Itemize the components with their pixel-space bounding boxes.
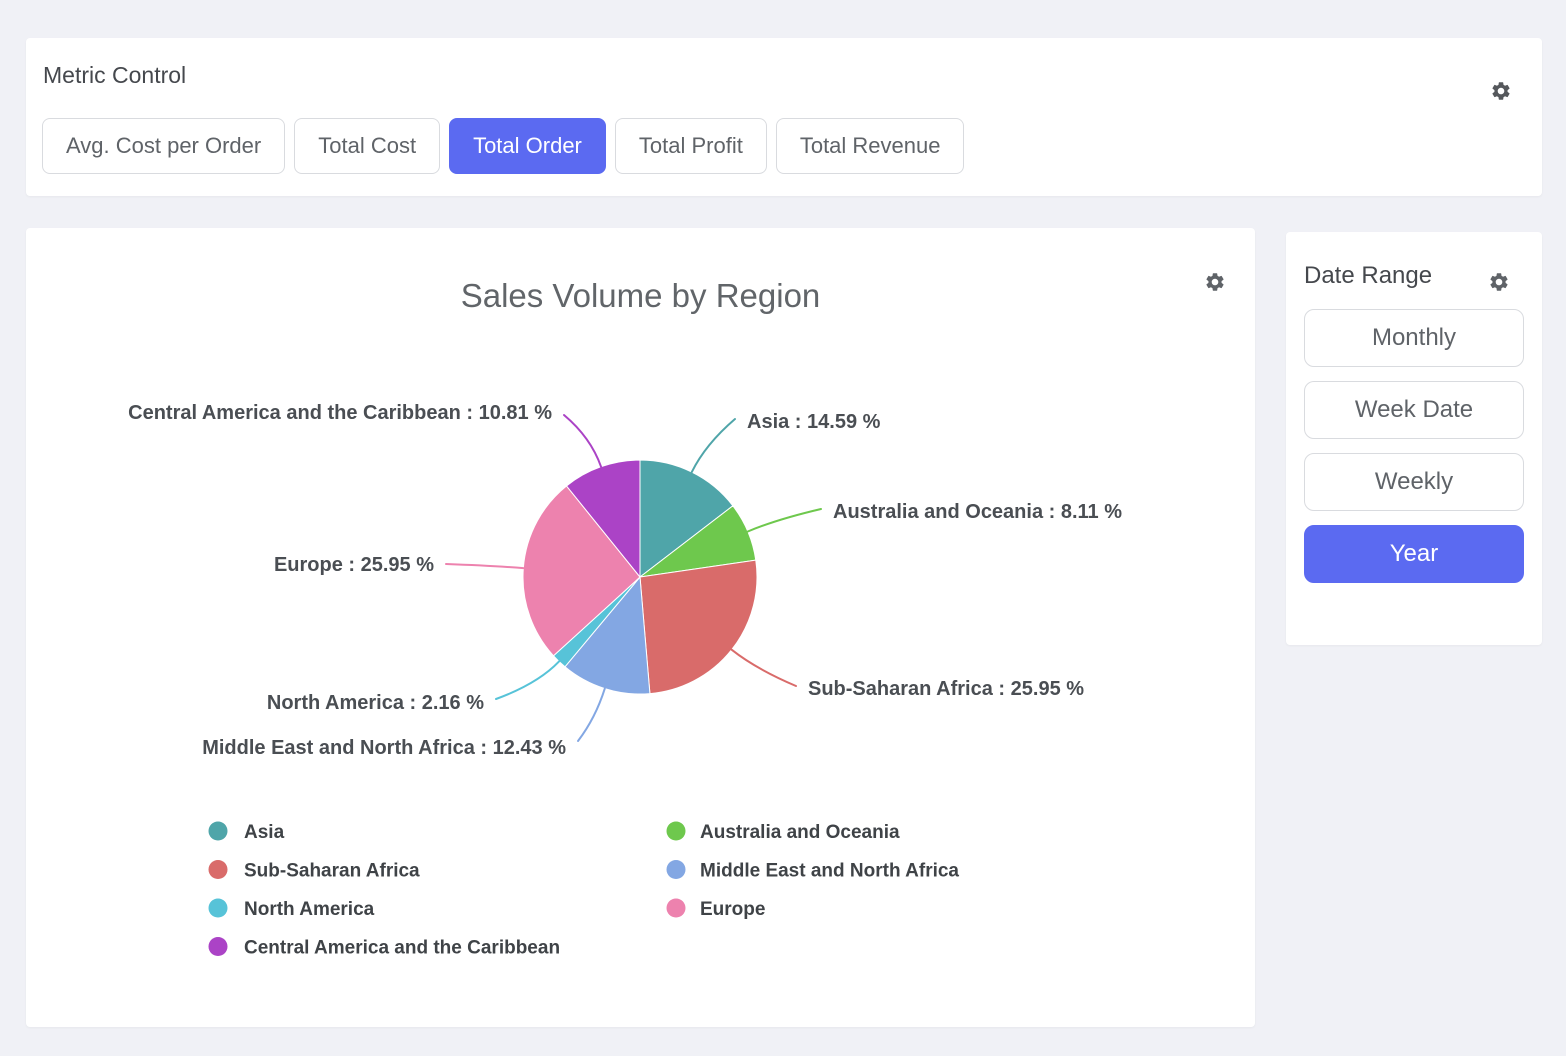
legend-label-central-america-and-the-caribbean[interactable]: Central America and the Caribbean: [244, 938, 560, 959]
legend-label-north-america[interactable]: North America: [244, 899, 375, 920]
metric-button-avg-cost-per-order[interactable]: Avg. Cost per Order: [42, 118, 285, 174]
date-range-button-monthly[interactable]: Monthly: [1304, 309, 1524, 367]
date-range-panel: Date Range MonthlyWeek DateWeeklyYear: [1286, 232, 1542, 645]
pie-label-europe: Europe : 25.95 %: [274, 554, 434, 576]
label-leader-line-australia-and-oceania: [748, 509, 821, 532]
label-leader-line-asia: [692, 419, 735, 472]
legend-dot-asia[interactable]: [209, 822, 228, 841]
label-leader-line-sub-saharan-africa: [732, 650, 796, 686]
date-range-button-year[interactable]: Year: [1304, 525, 1524, 583]
label-leader-line-middle-east-and-north-africa: [578, 689, 605, 741]
date-range-button-week-date[interactable]: Week Date: [1304, 381, 1524, 439]
pie-slice-sub-saharan-africa[interactable]: [640, 560, 757, 693]
legend-dot-north-america[interactable]: [209, 899, 228, 918]
metric-button-total-revenue[interactable]: Total Revenue: [776, 118, 965, 174]
legend-dot-central-america-and-the-caribbean[interactable]: [209, 937, 228, 956]
pie-label-australia-and-oceania: Australia and Oceania : 8.11 %: [833, 501, 1122, 523]
legend-label-europe[interactable]: Europe: [700, 899, 765, 920]
pie-label-north-america: North America : 2.16 %: [267, 692, 484, 714]
label-leader-line-europe: [446, 564, 523, 568]
legend-dot-europe[interactable]: [667, 899, 686, 918]
date-range-button-group: Monthly Week Date Weekly Year: [1304, 309, 1524, 583]
metric-button-total-profit[interactable]: Total Profit: [615, 118, 767, 174]
metric-button-total-cost[interactable]: Total Cost: [294, 118, 440, 174]
date-range-button-weekly[interactable]: Weekly: [1304, 453, 1524, 511]
label-leader-line-north-america: [496, 661, 559, 699]
legend-dot-middle-east-and-north-africa[interactable]: [667, 860, 686, 879]
metric-button-total-order[interactable]: Total Order: [449, 118, 606, 174]
pie-label-middle-east-and-north-africa: Middle East and North Africa : 12.43 %: [202, 737, 566, 759]
legend-dot-sub-saharan-africa[interactable]: [209, 860, 228, 879]
legend-label-sub-saharan-africa[interactable]: Sub-Saharan Africa: [244, 861, 420, 882]
label-leader-line-central-america-and-the-caribbean: [564, 415, 601, 467]
dashboard-page: Metric Control Avg. Cost per OrderTotal …: [0, 0, 1566, 1027]
chart-panel: Sales Volume by Region Asia : 14.59 %Aus…: [26, 228, 1255, 1027]
legend-label-middle-east-and-north-africa[interactable]: Middle East and North Africa: [700, 861, 959, 882]
pie-label-central-america-and-the-caribbean: Central America and the Caribbean : 10.8…: [128, 402, 552, 424]
legend-label-asia[interactable]: Asia: [244, 822, 285, 843]
legend-dot-australia-and-oceania[interactable]: [667, 822, 686, 841]
legend-label-australia-and-oceania[interactable]: Australia and Oceania: [700, 822, 900, 843]
content-row: Sales Volume by Region Asia : 14.59 %Aus…: [26, 228, 1542, 1027]
pie-label-asia: Asia : 14.59 %: [747, 411, 881, 433]
metric-control-panel: Metric Control Avg. Cost per OrderTotal …: [26, 38, 1542, 196]
metric-control-title: Metric Control: [43, 62, 1524, 89]
metric-button-group: Avg. Cost per OrderTotal CostTotal Order…: [42, 118, 1524, 174]
pie-chart: Asia : 14.59 % Australia and Oceania : 8.…: [26, 228, 1255, 1027]
date-range-settings-gear-icon[interactable]: [1488, 271, 1510, 293]
metric-settings-gear-icon[interactable]: [1490, 80, 1512, 102]
pie-label-sub-saharan-africa: Sub-Saharan Africa : 25.95 %: [808, 678, 1084, 700]
